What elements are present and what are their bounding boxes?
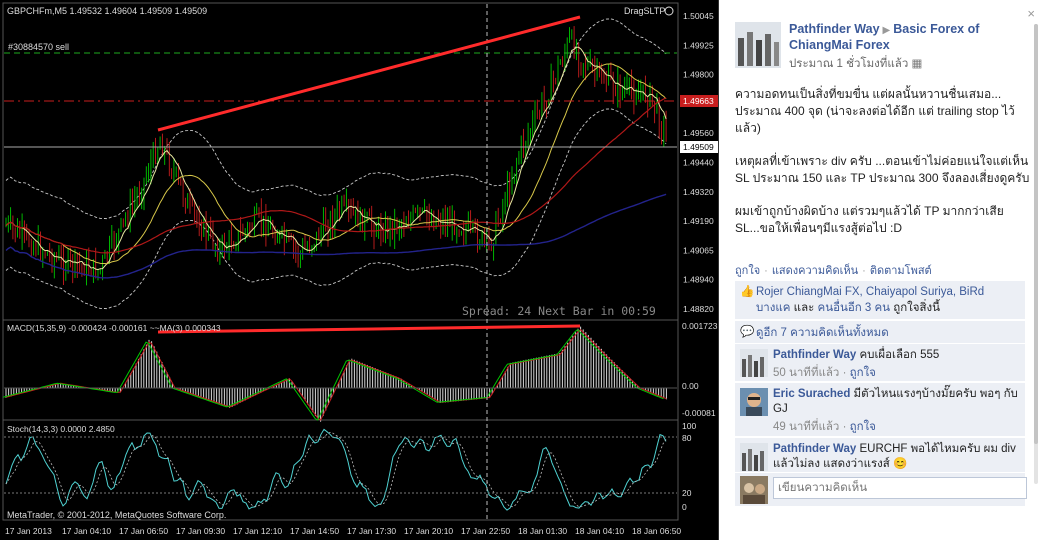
follow-link[interactable]: ติดตามโพสต์ [870,265,932,277]
time-tick-label: 18 Jan 06:50 [632,526,681,536]
time-tick-label: 17 Jan 2013 [5,526,52,536]
stoch-tick-label: 20 [682,488,692,498]
group-icon: ▦ [911,58,923,70]
comment-input[interactable] [773,477,1027,499]
facebook-post-panel: × Pathfinder Way ▶ Basic Forex of ChiangMa… [718,0,1043,540]
commenter-name[interactable]: Eric Surached [773,388,850,400]
price-tick-label: 1.49440 [683,158,714,168]
separator: · [862,265,866,277]
symbol-info-text: GBPCHFm,M5 1.49532 1.49604 1.49509 1.495… [7,6,207,16]
post-paragraph: ความอดทนเป็นสิ่งที่ขมขื่น แต่ผลนั้นหวานช… [735,87,1015,135]
author-link[interactable]: Pathfinder Way [789,22,880,36]
commenter-name[interactable]: Pathfinder Way [773,349,856,361]
time-tick-label: 17 Jan 22:50 [461,526,510,536]
comment-meta: 49 นาทีที่แล้ว · ถูกใจ [773,421,876,433]
post-paragraph: เหตุผลที่เข้าเพราะ div ครับ ...ตอนเข้าไม… [735,154,1030,185]
spread-text: Spread: 24 Next Bar in 00:59 [462,304,656,318]
time-tick-label: 17 Jan 06:50 [119,526,168,536]
post-time-text[interactable]: ประมาณ 1 ชั่วโมงที่แล้ว [789,58,908,70]
likes-suffix: ถูกใจสิ่งนี้ [890,302,941,314]
time-tick-label: 18 Jan 01:30 [518,526,567,536]
thumbs-up-icon: 👍 [740,286,755,298]
comment-time[interactable]: 50 นาทีที่แล้ว [773,367,839,379]
comment-meta: 50 นาทีที่แล้ว · ถูกใจ [773,367,876,379]
price-tick-label: 1.49925 [683,40,714,50]
stoch-tick-label: 100 [682,421,696,431]
price-tick-label: 1.48820 [683,304,714,314]
price-tick-label: 1.48940 [683,275,714,285]
time-tick-label: 17 Jan 04:10 [62,526,111,536]
comment-link[interactable]: แสดงความคิดเห็น [772,265,858,277]
macd-label: MACD(15,35,9) -0.000424 -0.000161 ~~MA(3… [7,323,221,333]
drag-sltp-label: DragSLTP [624,6,665,16]
likes-summary: 👍 Rojer ChiangMai FX, Chaiyapol Suriya, … [735,281,1025,319]
price-tick-label: 1.49320 [683,187,714,197]
panel-scrollbar[interactable] [1034,24,1038,484]
price-tick-label: 1.49800 [683,70,714,80]
comment-item: Pathfinder Way คบเผื่อเลือก 555 50 นาทีท… [735,343,1025,381]
price-tick-label: 1.49560 [683,128,714,138]
price-tick-label: 1.49190 [683,216,714,226]
comment-bubble-icon: 💬 [740,326,755,338]
price-tick-label: 1.49065 [683,245,714,255]
commenter-avatar[interactable] [740,349,768,377]
price-tick-label: 1.50045 [683,11,714,21]
time-tick-label: 17 Jan 14:50 [290,526,339,536]
group-avatar[interactable] [735,22,781,68]
sl-price-text: 1.49663 [683,96,714,106]
post-time: ประมาณ 1 ชั่วโมงที่แล้ว ▦ [789,55,922,73]
current-price-text: 1.49509 [683,142,714,152]
post-actions: ถูกใจ · แสดงความคิดเห็น · ติดตามโพสต์ [735,261,932,279]
stoch-tick-label: 80 [682,433,692,443]
close-icon[interactable]: × [1027,6,1035,21]
commenter-name[interactable]: Pathfinder Way [773,443,856,455]
arrow-right-icon: ▶ [882,25,891,36]
comment-like-link[interactable]: ถูกใจ [850,367,876,379]
post-title: Pathfinder Way ▶ Basic Forex of ChiangMai … [789,22,1029,53]
time-tick-label: 17 Jan 17:30 [347,526,396,536]
others-link[interactable]: คนอื่นอีก 3 คน [818,302,891,314]
write-comment-box [735,472,1027,506]
comment-text: คบเผื่อเลือก 555 [859,349,940,361]
time-tick-label: 17 Jan 20:10 [404,526,453,536]
copyright-text: MetaTrader, © 2001-2012, MetaQuotes Soft… [7,510,226,520]
view-all-comments[interactable]: 💬 ดูอีก 7 ความคิดเห็นทั้งหมด [735,320,1025,345]
macd-tick-label: 0.001723 [682,321,718,331]
post-body: ความอดทนเป็นสิ่งที่ขมขื่น แต่ผลนั้นหวานช… [735,86,1030,253]
likes-and: และ [790,302,818,314]
trading-chart[interactable]: GBPCHFm,M5 1.49532 1.49604 1.49509 1.495… [0,0,718,540]
comment-item: Eric Surached มีตัวไหนแรงๆบ้างมั๊ยครับ พ… [735,382,1025,436]
scrollbar-thumb[interactable] [1034,24,1038,444]
comment-like-link[interactable]: ถูกใจ [850,421,876,433]
stoch-tick-label: 0 [682,502,687,512]
like-link[interactable]: ถูกใจ [735,265,760,277]
macd-tick-label: -0.00081 [682,408,716,418]
order-label: #30884570 sell [8,42,69,52]
time-tick-label: 18 Jan 04:10 [575,526,624,536]
comment-time[interactable]: 49 นาทีที่แล้ว [773,421,839,433]
separator: · [764,265,768,277]
post-header: Pathfinder Way ▶ Basic Forex of ChiangMai … [735,22,1025,72]
post-paragraph: ผมเข้าถูกบ้างผิดบ้าง แต่รวมๆแล้วได้ TP ม… [735,204,1004,235]
commenter-avatar[interactable] [740,388,768,416]
time-tick-label: 17 Jan 09:30 [176,526,225,536]
commenter-avatar[interactable] [740,443,768,471]
view-all-text[interactable]: ดูอีก 7 ความคิดเห็นทั้งหมด [756,327,889,339]
macd-tick-label: 0.00 [682,381,699,391]
comment-item: Pathfinder Way EURCHF พอได้ไหมครับ ผม di… [735,437,1025,472]
current-user-avatar [740,476,768,504]
time-tick-label: 17 Jan 12:10 [233,526,282,536]
stoch-label: Stoch(14,3,3) 0.0000 2.4850 [7,424,115,434]
